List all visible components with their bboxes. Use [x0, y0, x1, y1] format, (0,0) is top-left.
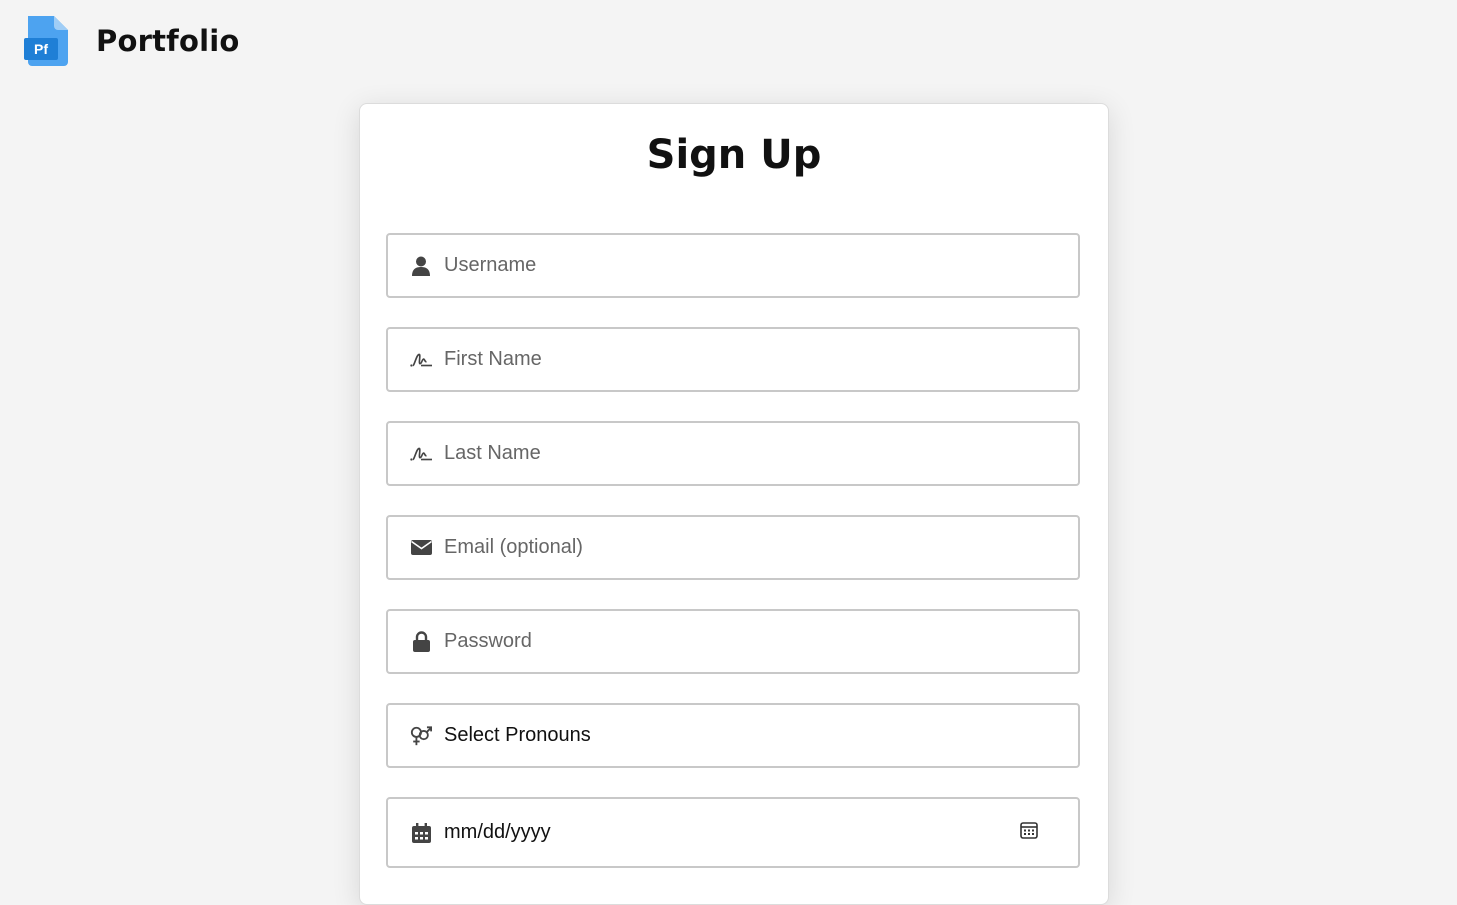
password-field[interactable]: Password [386, 609, 1080, 674]
pronouns-select[interactable]: Select Pronouns [386, 703, 1080, 768]
email-placeholder: Email (optional) [444, 536, 583, 558]
signature-icon [410, 443, 432, 465]
last-name-placeholder: Last Name [444, 442, 541, 464]
svg-text:Pf: Pf [34, 41, 48, 57]
date-picker-icon[interactable] [1020, 821, 1038, 844]
first-name-field[interactable]: First Name [386, 327, 1080, 392]
pronouns-value: Select Pronouns [444, 724, 591, 746]
birthdate-field[interactable]: mm/dd/yyyy [386, 797, 1080, 868]
page-title: Sign Up [646, 132, 822, 178]
brand[interactable]: Pf Portfolio [24, 16, 240, 66]
envelope-icon [410, 537, 432, 559]
brand-title: Portfolio [96, 24, 240, 58]
last-name-field[interactable]: Last Name [386, 421, 1080, 486]
calendar-icon [410, 822, 432, 844]
username-field[interactable]: Username [386, 233, 1080, 298]
portfolio-logo-icon: Pf [24, 16, 68, 66]
first-name-placeholder: First Name [444, 348, 542, 370]
lock-icon [410, 631, 432, 653]
username-placeholder: Username [444, 254, 537, 276]
password-placeholder: Password [444, 630, 532, 652]
gender-icon [410, 725, 432, 747]
signup-card: Sign Up Username First Name Last Name Em… [359, 103, 1109, 905]
email-field[interactable]: Email (optional) [386, 515, 1080, 580]
user-icon [410, 255, 432, 277]
birthdate-value: mm/dd/yyyy [444, 821, 551, 843]
signature-icon [410, 349, 432, 371]
